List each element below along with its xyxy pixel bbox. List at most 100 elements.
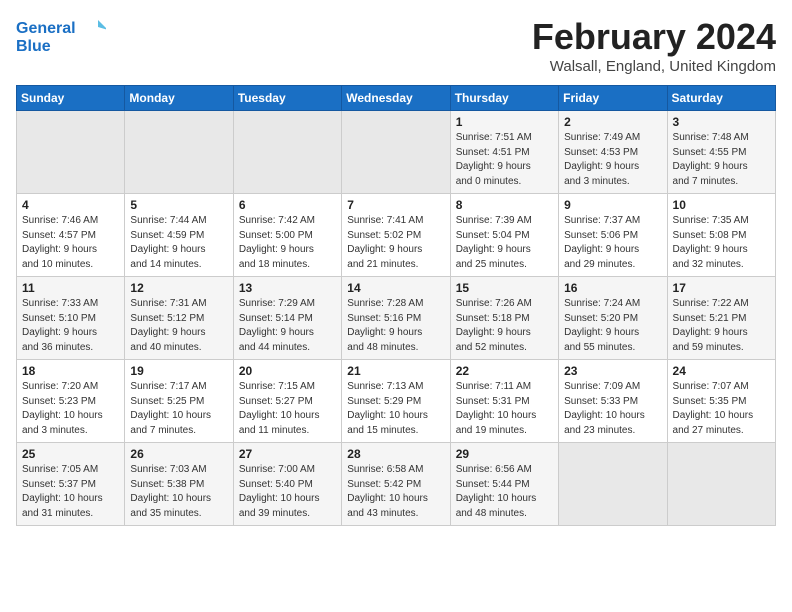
day-number: 20	[239, 364, 336, 378]
day-number: 21	[347, 364, 444, 378]
calendar-cell: 29 Sunrise: 6:56 AM Sunset: 5:44 PM Dayli…	[450, 443, 558, 526]
col-header-sunday: Sunday	[17, 86, 125, 111]
day-info: Sunrise: 7:03 AM Sunset: 5:38 PM Dayligh…	[130, 463, 227, 521]
day-number: 9	[564, 198, 661, 212]
location-subtitle: Walsall, England, United Kingdom	[532, 58, 776, 75]
calendar-cell: 8 Sunrise: 7:39 AM Sunset: 5:04 PM Daylig…	[450, 194, 558, 277]
day-info: Sunrise: 7:13 AM Sunset: 5:29 PM Dayligh…	[347, 380, 444, 438]
calendar-cell: 16 Sunrise: 7:24 AM Sunset: 5:20 PM Dayli…	[559, 277, 667, 360]
day-info: Sunrise: 7:24 AM Sunset: 5:20 PM Dayligh…	[564, 297, 661, 355]
day-info: Sunrise: 7:28 AM Sunset: 5:16 PM Dayligh…	[347, 297, 444, 355]
calendar-cell: 15 Sunrise: 7:26 AM Sunset: 5:18 PM Dayli…	[450, 277, 558, 360]
day-number: 24	[673, 364, 770, 378]
day-number: 19	[130, 364, 227, 378]
day-number: 6	[239, 198, 336, 212]
day-number: 27	[239, 447, 336, 461]
calendar-cell	[667, 443, 775, 526]
col-header-monday: Monday	[125, 86, 233, 111]
calendar-cell	[17, 111, 125, 194]
calendar-cell: 22 Sunrise: 7:11 AM Sunset: 5:31 PM Dayli…	[450, 360, 558, 443]
day-number: 7	[347, 198, 444, 212]
day-number: 29	[456, 447, 553, 461]
day-number: 22	[456, 364, 553, 378]
title-block: February 2024 Walsall, England, United K…	[532, 16, 776, 75]
day-info: Sunrise: 7:22 AM Sunset: 5:21 PM Dayligh…	[673, 297, 770, 355]
day-info: Sunrise: 7:49 AM Sunset: 4:53 PM Dayligh…	[564, 131, 661, 189]
day-info: Sunrise: 7:44 AM Sunset: 4:59 PM Dayligh…	[130, 214, 227, 272]
day-number: 25	[22, 447, 119, 461]
day-info: Sunrise: 7:17 AM Sunset: 5:25 PM Dayligh…	[130, 380, 227, 438]
day-info: Sunrise: 7:15 AM Sunset: 5:27 PM Dayligh…	[239, 380, 336, 438]
col-header-wednesday: Wednesday	[342, 86, 450, 111]
calendar-cell: 12Sunrise: 7:31 AM Sunset: 5:12 PM Dayli…	[125, 277, 233, 360]
svg-text:Blue: Blue	[16, 38, 51, 55]
day-info: Sunrise: 6:56 AM Sunset: 5:44 PM Dayligh…	[456, 463, 553, 521]
calendar-cell: 14 Sunrise: 7:28 AM Sunset: 5:16 PM Dayli…	[342, 277, 450, 360]
calendar-cell: 1 Sunrise: 7:51 AM Sunset: 4:51 PM Daylig…	[450, 111, 558, 194]
calendar-cell: 10 Sunrise: 7:35 AM Sunset: 5:08 PM Dayli…	[667, 194, 775, 277]
calendar-cell: 7 Sunrise: 7:41 AM Sunset: 5:02 PM Daylig…	[342, 194, 450, 277]
day-info: Sunrise: 7:48 AM Sunset: 4:55 PM Dayligh…	[673, 131, 770, 189]
day-info: Sunrise: 6:58 AM Sunset: 5:42 PM Dayligh…	[347, 463, 444, 521]
col-header-saturday: Saturday	[667, 86, 775, 111]
day-number: 1	[456, 115, 553, 129]
calendar-cell: 4Sunrise: 7:46 AM Sunset: 4:57 PM Daylig…	[17, 194, 125, 277]
col-header-friday: Friday	[559, 86, 667, 111]
calendar-cell: 23 Sunrise: 7:09 AM Sunset: 5:33 PM Dayli…	[559, 360, 667, 443]
col-header-tuesday: Tuesday	[233, 86, 341, 111]
calendar-cell: 28Sunrise: 6:58 AM Sunset: 5:42 PM Dayli…	[342, 443, 450, 526]
day-info: Sunrise: 7:11 AM Sunset: 5:31 PM Dayligh…	[456, 380, 553, 438]
calendar-cell: 6 Sunrise: 7:42 AM Sunset: 5:00 PM Daylig…	[233, 194, 341, 277]
day-info: Sunrise: 7:05 AM Sunset: 5:37 PM Dayligh…	[22, 463, 119, 521]
calendar-table: SundayMondayTuesdayWednesdayThursdayFrid…	[16, 85, 776, 526]
calendar-cell: 5Sunrise: 7:44 AM Sunset: 4:59 PM Daylig…	[125, 194, 233, 277]
day-info: Sunrise: 7:51 AM Sunset: 4:51 PM Dayligh…	[456, 131, 553, 189]
day-number: 10	[673, 198, 770, 212]
calendar-cell: 21 Sunrise: 7:13 AM Sunset: 5:29 PM Dayli…	[342, 360, 450, 443]
day-info: Sunrise: 7:37 AM Sunset: 5:06 PM Dayligh…	[564, 214, 661, 272]
calendar-cell: 9 Sunrise: 7:37 AM Sunset: 5:06 PM Daylig…	[559, 194, 667, 277]
calendar-cell: 18 Sunrise: 7:20 AM Sunset: 5:23 PM Dayli…	[17, 360, 125, 443]
day-info: Sunrise: 7:00 AM Sunset: 5:40 PM Dayligh…	[239, 463, 336, 521]
day-number: 3	[673, 115, 770, 129]
calendar-cell: 27 Sunrise: 7:00 AM Sunset: 5:40 PM Dayli…	[233, 443, 341, 526]
calendar-cell: 19 Sunrise: 7:17 AM Sunset: 5:25 PM Dayli…	[125, 360, 233, 443]
day-number: 16	[564, 281, 661, 295]
page-header: General Blue February 2024 Walsall, Engl…	[16, 16, 776, 75]
day-info: Sunrise: 7:42 AM Sunset: 5:00 PM Dayligh…	[239, 214, 336, 272]
calendar-cell: 11Sunrise: 7:33 AM Sunset: 5:10 PM Dayli…	[17, 277, 125, 360]
calendar-cell: 13Sunrise: 7:29 AM Sunset: 5:14 PM Dayli…	[233, 277, 341, 360]
day-info: Sunrise: 7:26 AM Sunset: 5:18 PM Dayligh…	[456, 297, 553, 355]
calendar-cell: 20 Sunrise: 7:15 AM Sunset: 5:27 PM Dayli…	[233, 360, 341, 443]
calendar-cell: 25 Sunrise: 7:05 AM Sunset: 5:37 PM Dayli…	[17, 443, 125, 526]
day-number: 2	[564, 115, 661, 129]
calendar-cell	[233, 111, 341, 194]
day-info: Sunrise: 7:20 AM Sunset: 5:23 PM Dayligh…	[22, 380, 119, 438]
calendar-cell: 2 Sunrise: 7:49 AM Sunset: 4:53 PM Daylig…	[559, 111, 667, 194]
day-info: Sunrise: 7:29 AM Sunset: 5:14 PM Dayligh…	[239, 297, 336, 355]
day-info: Sunrise: 7:09 AM Sunset: 5:33 PM Dayligh…	[564, 380, 661, 438]
calendar-cell	[342, 111, 450, 194]
day-number: 26	[130, 447, 227, 461]
calendar-cell: 26 Sunrise: 7:03 AM Sunset: 5:38 PM Dayli…	[125, 443, 233, 526]
day-number: 14	[347, 281, 444, 295]
day-number: 4	[22, 198, 119, 212]
logo-svg: General Blue	[16, 16, 106, 56]
calendar-cell	[559, 443, 667, 526]
day-info: Sunrise: 7:35 AM Sunset: 5:08 PM Dayligh…	[673, 214, 770, 272]
day-info: Sunrise: 7:31 AM Sunset: 5:12 PM Dayligh…	[130, 297, 227, 355]
day-number: 15	[456, 281, 553, 295]
col-header-thursday: Thursday	[450, 86, 558, 111]
day-info: Sunrise: 7:07 AM Sunset: 5:35 PM Dayligh…	[673, 380, 770, 438]
month-year-title: February 2024	[532, 16, 776, 58]
day-number: 8	[456, 198, 553, 212]
calendar-cell: 17Sunrise: 7:22 AM Sunset: 5:21 PM Dayli…	[667, 277, 775, 360]
calendar-cell	[125, 111, 233, 194]
day-info: Sunrise: 7:39 AM Sunset: 5:04 PM Dayligh…	[456, 214, 553, 272]
day-number: 18	[22, 364, 119, 378]
day-number: 23	[564, 364, 661, 378]
day-info: Sunrise: 7:41 AM Sunset: 5:02 PM Dayligh…	[347, 214, 444, 272]
day-number: 11	[22, 281, 119, 295]
calendar-cell: 3 Sunrise: 7:48 AM Sunset: 4:55 PM Daylig…	[667, 111, 775, 194]
svg-text:General: General	[16, 20, 76, 37]
